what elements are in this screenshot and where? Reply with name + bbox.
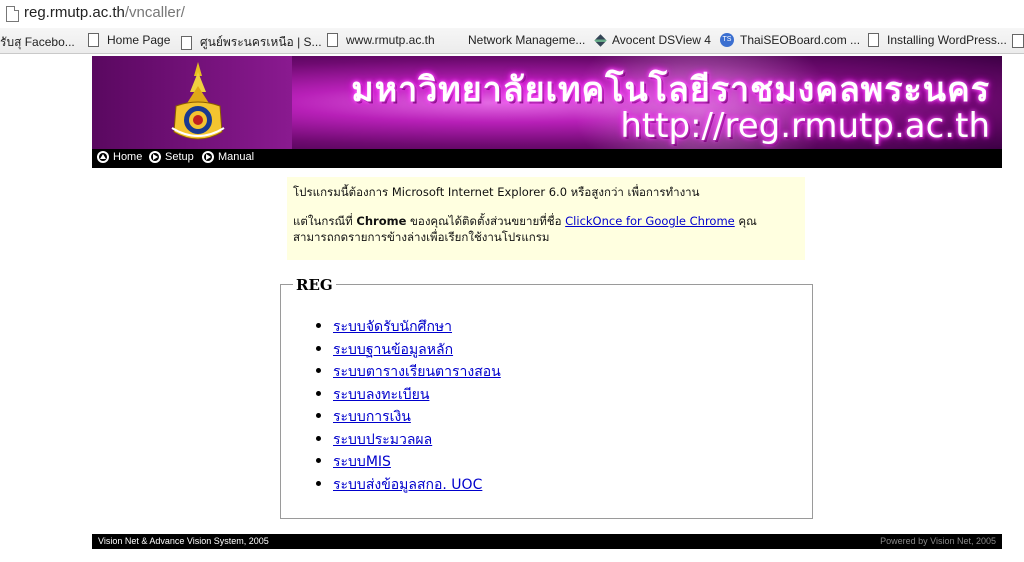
bookmark-item[interactable]: www.rmutp.ac.th <box>327 33 435 47</box>
bookmark-label: www.rmutp.ac.th <box>346 33 435 47</box>
thaiseo-icon: TS <box>720 33 734 47</box>
reg-menu-list: ระบบจัดรับนักศึกษา ระบบฐานข้อมูลหลัก ระบ… <box>313 316 501 496</box>
arrow-right-icon <box>202 151 214 163</box>
nav-setup-label: Setup <box>165 151 194 163</box>
bookmark-item[interactable]: ศูนย์พระนครเหนือ | S... <box>181 33 322 52</box>
notice-text: ของคุณได้ติดตั้งส่วนขยายที่ชื่อ <box>406 214 566 228</box>
nav-home-label: Home <box>113 151 143 163</box>
page-icon <box>6 6 19 22</box>
reg-link-uoc[interactable]: ระบบส่งข้อมูลสกอ. UOC <box>333 477 482 493</box>
arrow-right-icon <box>149 151 161 163</box>
bookmark-label: ศูนย์พระนครเหนือ | S... <box>200 35 322 49</box>
address-host: reg.rmutp.ac.th <box>24 4 125 21</box>
list-item: ระบบส่งข้อมูลสกอ. UOC <box>313 474 501 497</box>
list-item: ระบบMIS <box>313 451 501 474</box>
reg-link-admission[interactable]: ระบบจัดรับนักศึกษา <box>333 319 452 335</box>
bookmark-item[interactable]: Network Manageme... <box>468 33 585 47</box>
reg-link-registration[interactable]: ระบบลงทะเบียน <box>333 387 429 403</box>
dsview-icon <box>594 33 607 47</box>
reg-link-finance[interactable]: ระบบการเงิน <box>333 409 411 425</box>
page-icon <box>868 33 879 47</box>
reg-link-main-database[interactable]: ระบบฐานข้อมูลหลัก <box>333 342 453 358</box>
nav-setup[interactable]: Setup <box>149 151 194 163</box>
bookmark-item[interactable]: Home Page <box>88 33 170 47</box>
bookmark-label: Avocent DSView 4 <box>612 33 711 47</box>
reg-legend: REG <box>293 276 336 294</box>
address-path: /vncaller/ <box>124 4 185 21</box>
page-icon <box>181 35 192 50</box>
bookmark-item[interactable]: Installing WordPress... <box>868 33 1007 47</box>
bookmark-label: Home Page <box>107 33 171 47</box>
bookmark-label: ThaiSEOBoard.com ... <box>740 33 861 47</box>
list-item: ระบบลงทะเบียน <box>313 384 501 407</box>
footer-left-text: Vision Net & Advance Vision System, 2005 <box>98 536 269 546</box>
bookmark-label: Network Manageme... <box>468 33 586 47</box>
nav-home[interactable]: Home <box>97 151 142 163</box>
reg-link-grading[interactable]: ระบบประมวลผล <box>333 432 432 448</box>
page-icon <box>327 33 338 47</box>
bookmark-label: รับสุ Facebo... <box>0 35 75 49</box>
address-url[interactable]: reg.rmutp.ac.th/vncaller/ <box>24 4 185 21</box>
nav-manual-label: Manual <box>218 151 255 163</box>
home-icon <box>97 151 109 163</box>
browser-requirement-notice: โปรแกรมนี้ต้องการ Microsoft Internet Exp… <box>287 177 805 260</box>
reg-link-mis[interactable]: ระบบMIS <box>333 454 391 470</box>
list-item: ระบบประมวลผล <box>313 429 501 452</box>
header-banner: มหาวิทยาลัยเทคโนโลยีราชมงคลพระนคร http:/… <box>92 56 1002 149</box>
list-item: ระบบฐานข้อมูลหลัก <box>313 339 501 362</box>
notice-line-2: แต่ในกรณีที่ Chrome ของคุณได้ติดตั้งส่วน… <box>293 213 793 245</box>
bookmark-label: Installing WordPress... <box>887 33 1007 47</box>
notice-text: แต่ในกรณีที่ <box>293 214 357 228</box>
page-icon[interactable] <box>1012 34 1024 48</box>
nav-bar: Home Setup Manual <box>92 149 1002 168</box>
bookmark-item[interactable]: TS ThaiSEOBoard.com ... <box>720 33 860 47</box>
page-icon <box>88 33 99 47</box>
notice-line-1: โปรแกรมนี้ต้องการ Microsoft Internet Exp… <box>293 185 700 199</box>
footer-right-text: Powered by Vision Net, 2005 <box>880 536 996 546</box>
footer-bar: Vision Net & Advance Vision System, 2005… <box>92 534 1002 549</box>
bookmarks-bar: รับสุ Facebo... Home Page ศูนย์พระนครเหน… <box>0 28 1024 54</box>
address-bar[interactable]: reg.rmutp.ac.th/vncaller/ <box>0 0 1024 29</box>
list-item: ระบบตารางเรียนตารางสอน <box>313 361 501 384</box>
list-item: ระบบจัดรับนักศึกษา <box>313 316 501 339</box>
nav-manual[interactable]: Manual <box>202 151 254 163</box>
bookmark-item[interactable]: รับสุ Facebo... <box>0 33 75 52</box>
university-seal-icon <box>171 62 225 140</box>
notice-chrome-bold: Chrome <box>356 214 407 228</box>
banner-url: http://reg.rmutp.ac.th <box>620 106 990 146</box>
bookmark-item[interactable]: Avocent DSView 4 <box>594 33 711 47</box>
reg-link-timetable[interactable]: ระบบตารางเรียนตารางสอน <box>333 364 501 380</box>
list-item: ระบบการเงิน <box>313 406 501 429</box>
clickonce-link[interactable]: ClickOnce for Google Chrome <box>565 214 735 228</box>
reg-fieldset: REG ระบบจัดรับนักศึกษา ระบบฐานข้อมูลหลัก… <box>280 276 813 519</box>
